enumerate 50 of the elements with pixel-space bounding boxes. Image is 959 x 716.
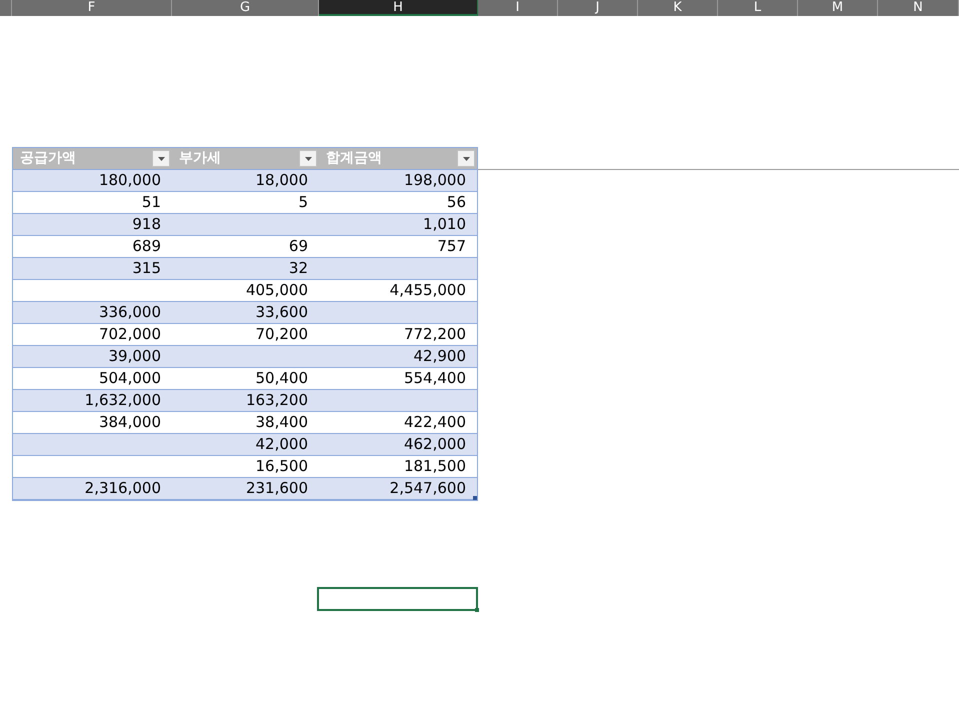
table-cell-text: 231,600 [246, 478, 308, 500]
table-cell-text: 405,000 [246, 280, 308, 302]
table-cell-text: 163,200 [246, 390, 308, 412]
filter-dropdown-button[interactable] [299, 150, 317, 167]
table-cell-text: 462,000 [404, 434, 466, 456]
table-cell-text: 422,400 [404, 412, 466, 434]
table-cell-text: 5 [298, 192, 308, 214]
selected-cell[interactable] [317, 587, 478, 611]
table-cell-text: 51 [142, 192, 161, 214]
column-heading: 공급가액 [20, 149, 76, 168]
table-cell-text: 315 [132, 258, 161, 280]
column-heading: 부가세 [179, 149, 221, 168]
table-cell-text: 772,200 [404, 324, 466, 346]
table-cell-text: 2,547,600 [390, 478, 466, 500]
caret-icon [462, 156, 470, 160]
table-cell-text: 32 [288, 258, 308, 280]
table-cell-text: 50,400 [256, 368, 308, 390]
table-cell-text: 554,400 [404, 368, 466, 390]
table-cell-text: 18,000 [256, 170, 308, 192]
table-cell-text: 39,000 [108, 346, 161, 368]
table-cell-text: 16,500 [256, 456, 308, 478]
table-cell-text: 42,900 [414, 346, 466, 368]
table-cell-text: 180,000 [98, 170, 161, 192]
column-heading: 합계금액 [326, 149, 382, 168]
filter-dropdown-button[interactable] [152, 150, 170, 167]
table-cell-text: 336,000 [98, 302, 161, 324]
table-cell-text: 702,000 [98, 324, 161, 346]
filter-dropdown-button[interactable] [457, 150, 475, 167]
fill-handle-icon[interactable] [475, 608, 479, 612]
table-cell-text: 56 [446, 192, 466, 214]
table-cell-text: 1,632,000 [84, 390, 161, 412]
table-cell-text: 4,455,000 [390, 280, 466, 302]
table-cell-text: 689 [132, 236, 161, 258]
caret-icon [304, 156, 312, 160]
column-header[interactable]: H [319, 0, 478, 16]
table-cell-text: 33,600 [256, 302, 308, 324]
table-cell-text: 70,200 [256, 324, 308, 346]
table-cell-text: 42,000 [256, 434, 308, 456]
table-cell-text: 757 [437, 236, 466, 258]
resize-handle-icon[interactable] [473, 496, 477, 500]
table-cell-text: 181,500 [404, 456, 466, 478]
table-cell-text: 2,316,000 [84, 478, 161, 500]
table-cell-text: 69 [288, 236, 308, 258]
table-cell-text: 918 [132, 214, 161, 236]
table-cell-text: 504,000 [98, 368, 161, 390]
table-cell-text: 1,010 [423, 214, 466, 236]
table-cell-text: 384,000 [98, 412, 161, 434]
table-cell-text: 38,400 [256, 412, 308, 434]
table-cell-text: 198,000 [404, 170, 466, 192]
caret-icon [158, 156, 164, 160]
